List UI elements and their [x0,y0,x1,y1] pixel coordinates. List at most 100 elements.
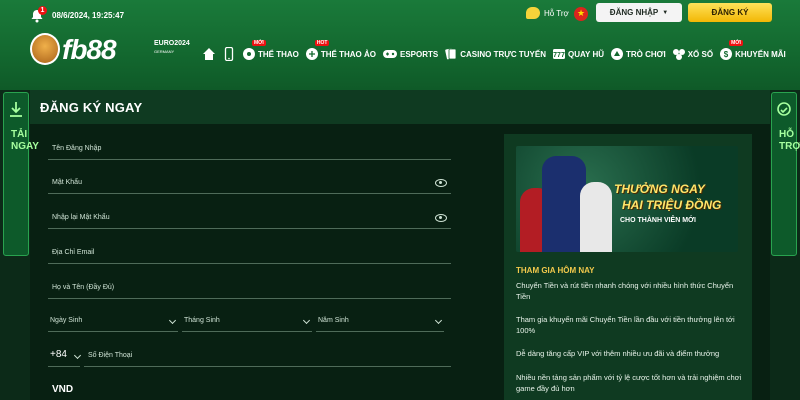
promo-text: Dễ dàng tăng cấp VIP với thêm nhiều ưu đ… [516,349,720,358]
chevron-down-icon [168,316,177,325]
support-side-tab[interactable]: HỖ TRỢ [771,92,800,256]
nav-label: ESPORTS [400,49,439,59]
banner-amount: HAI TRIỆU ĐỒNG [622,198,722,212]
nav-label: THỂ THAO ẢO [320,49,376,59]
birth-day-label: Ngày Sinh [50,317,83,324]
phone-placeholder: Số Điện Thoại [88,352,133,359]
promo-text: Chuyển Tiền và rút tiền nhanh chóng với … [516,281,734,301]
player-figure [580,182,612,252]
nav-casino[interactable]: CASINO TRỰC TUYẾN [444,47,546,61]
badge-new: MỚI [729,40,743,46]
birth-month-select[interactable]: Tháng Sinh [182,306,312,332]
main-content: ĐĂNG KÝ NGAY Tên Đăng Nhập Mật Khẩu Nhập… [0,90,800,400]
headset-icon [777,102,791,116]
logo-text: fb88 [62,34,117,65]
birth-year-select[interactable]: Năm Sinh [316,306,444,332]
nav-esports[interactable]: ESPORTS [382,47,438,61]
promo-heading: THAM GIA HÔM NAY [516,266,595,275]
email-placeholder: Địa Chỉ Email [52,249,95,256]
top-header: 1 08/6/2024, 19:25:47 Hỗ Trợ ★ ĐĂNG NHẬP… [0,0,800,90]
badge-new: MỚI [252,40,266,46]
email-field[interactable]: Địa Chỉ Email [48,238,451,264]
mascot-icon [30,33,60,65]
currency-value[interactable]: VND [52,384,73,395]
birth-year-label: Năm Sinh [318,317,349,324]
datetime-display: 08/6/2024, 19:25:47 [52,11,125,20]
virtual-ball-icon [305,48,318,60]
site-logo[interactable]: fb88 [30,33,117,65]
nav-games[interactable]: TRÒ CHƠI [610,47,666,61]
euro-text: EURO2024 [154,40,190,47]
main-nav: MỚI THỂ THAO HOT THỂ THAO ẢO ESPORTS CAS… [202,40,792,64]
nav-virtual-sports[interactable]: HOT THỂ THAO ẢO [305,40,376,61]
cards-icon [445,48,457,60]
eye-icon[interactable] [435,214,447,222]
phone-code: +84 [50,349,67,360]
banner-subline: CHO THÀNH VIÊN MỚI [620,217,696,224]
promo-icon: $ [720,48,733,60]
soccer-ball-icon [243,48,255,60]
home-icon [203,48,215,60]
mobile-icon [224,47,234,61]
fullname-field[interactable]: Họ và Tên (Đầy Đủ) [48,273,451,299]
username-field[interactable]: Tên Đăng Nhập [48,134,451,160]
chevron-down-icon [302,316,311,325]
gamepad-icon [383,50,397,58]
eye-icon[interactable] [435,179,447,187]
username-placeholder: Tên Đăng Nhập [52,145,102,152]
password-placeholder: Mật Khẩu [52,179,82,186]
download-side-tab[interactable]: TẢI NGAY [3,92,39,256]
register-button[interactable]: ĐĂNG KÝ [688,3,772,22]
support-label: Hỗ Trợ [544,8,569,18]
chevron-down-icon [73,351,82,360]
nav-label: THỂ THAO [258,49,299,59]
promo-banner[interactable]: THƯỞNG NGAY HAI TRIỆU ĐỒNG CHO THÀNH VIÊ… [516,146,738,252]
nav-label: QUAY HŨ [567,49,604,59]
euro-logo: EURO2024 GERMANY [154,40,190,56]
download-label: TẢI NGAY [11,129,39,152]
title-strip: ĐĂNG KÝ NGAY [30,90,770,124]
nav-sports[interactable]: MỚI THỂ THAO [242,40,299,61]
nav-slots[interactable]: 777 QUAY HŨ [552,47,604,61]
nav-promotions[interactable]: $ MỚI KHUYẾN MÃI [719,40,786,61]
nav-home[interactable] [202,47,216,61]
birth-month-label: Tháng Sinh [184,317,220,324]
games-icon [611,48,623,60]
badge-hot: HOT [314,40,330,46]
banner-headline: THƯỞNG NGAY [614,182,705,196]
login-button[interactable]: ĐĂNG NHẬP ▼ [596,3,682,22]
notification-badge: 1 [38,6,47,15]
nav-label: XỔ SỐ [687,49,714,59]
register-form: Tên Đăng Nhập Mật Khẩu Nhập lại Mật Khẩu… [30,124,770,400]
register-label: ĐĂNG KÝ [711,8,749,17]
chevron-down-icon: ▼ [662,9,669,16]
vietnam-flag-icon[interactable]: ★ [574,7,588,21]
nav-lottery[interactable]: XỔ SỐ [672,47,713,61]
phone-field[interactable]: Số Điện Thoại [84,341,451,367]
promo-panel: THƯỞNG NGAY HAI TRIỆU ĐỒNG CHO THÀNH VIÊ… [504,134,752,400]
support-side-label: HỖ TRỢ [779,129,800,152]
euro-sub: GERMANY [154,49,175,54]
fullname-placeholder: Họ và Tên (Đầy Đủ) [52,284,115,291]
login-label: ĐĂNG NHẬP [609,8,659,17]
nav-label: KHUYẾN MÃI [735,49,786,59]
password-field[interactable]: Mật Khẩu [48,168,451,194]
nav-mobile[interactable] [222,47,236,61]
slot-machine-icon: 777 [552,49,565,59]
svg-text:$: $ [724,50,729,59]
nav-label: CASINO TRỰC TUYẾN [460,49,546,59]
support-link[interactable]: Hỗ Trợ [526,7,569,19]
nav-label: TRÒ CHƠI [626,49,666,59]
download-icon [10,102,22,117]
confirm-password-placeholder: Nhập lại Mật Khẩu [52,214,110,221]
birth-day-select[interactable]: Ngày Sinh [48,306,178,332]
lottery-balls-icon [672,49,685,60]
chat-icon [526,7,540,19]
phone-code-select[interactable]: +84 [48,341,82,367]
promo-text: Nhiều nền tảng sản phẩm với tỷ lệ cược t… [516,373,742,393]
chevron-down-icon [434,316,443,325]
svg-text:777: 777 [553,52,565,59]
page-title: ĐĂNG KÝ NGAY [40,100,143,115]
confirm-password-field[interactable]: Nhập lại Mật Khẩu [48,203,451,229]
promo-text: Tham gia khuyến mãi Chuyển Tiền lần đầu … [516,315,735,335]
